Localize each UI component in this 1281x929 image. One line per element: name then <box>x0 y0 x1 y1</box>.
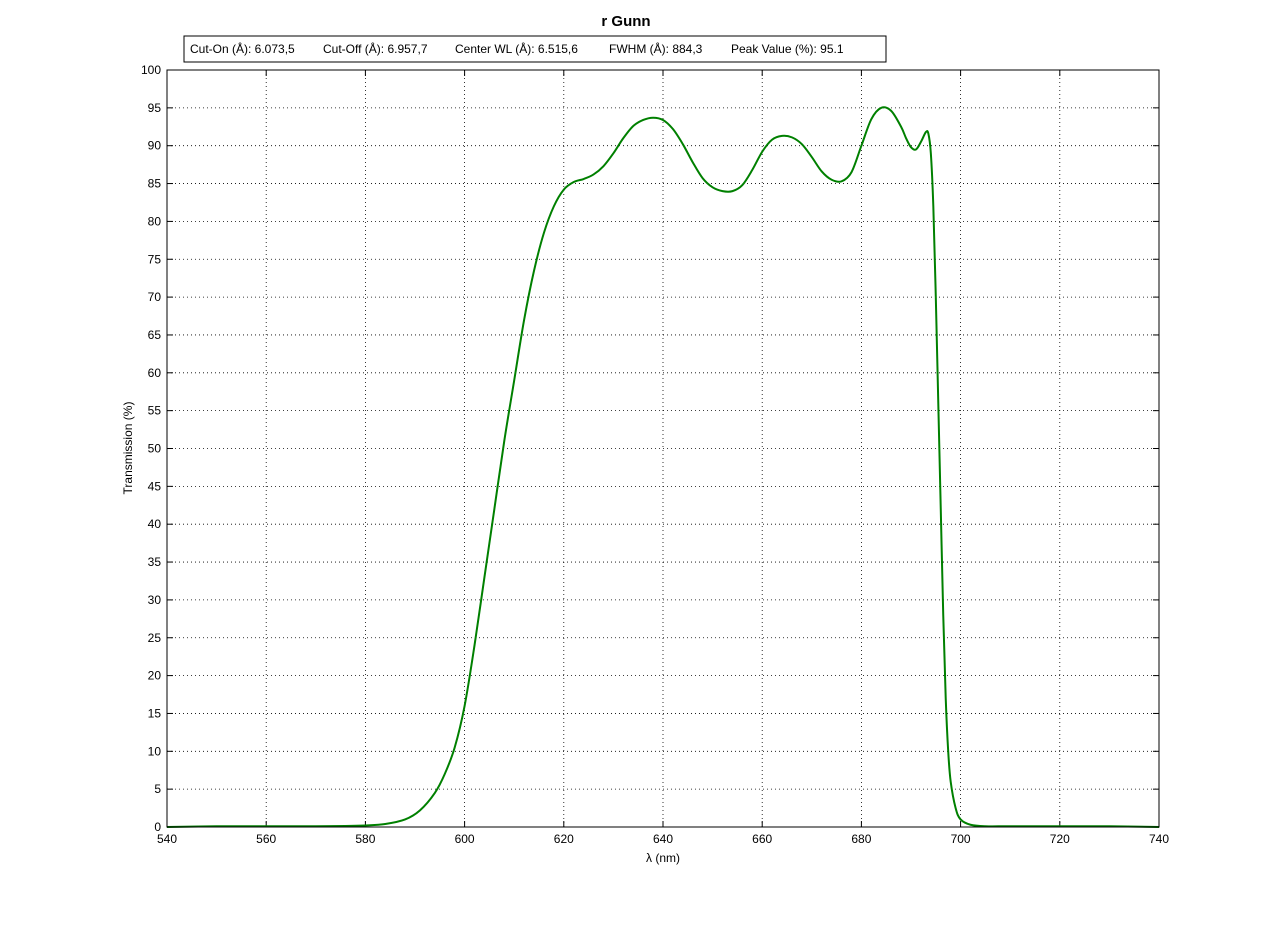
y-tick-label: 50 <box>148 442 162 456</box>
y-tick-label: 0 <box>154 820 161 834</box>
x-tick-label: 580 <box>355 832 375 846</box>
x-tick-label: 600 <box>455 832 475 846</box>
chart-title: r Gunn <box>601 13 650 30</box>
y-tick-label: 30 <box>148 593 162 607</box>
info-peak-value: Peak Value (%): 95.1 <box>731 42 844 56</box>
grid-lines <box>167 70 1159 827</box>
x-tick-label: 700 <box>951 832 971 846</box>
transmission-chart: r Gunn Cut-On (Å): 6.073,5 Cut-Off (Å): … <box>121 13 1169 865</box>
x-axis-label: λ (nm) <box>646 851 680 865</box>
y-tick-label: 5 <box>154 782 161 796</box>
x-tick-label: 680 <box>851 832 871 846</box>
y-tick-label: 90 <box>148 139 162 153</box>
y-tick-label: 85 <box>148 177 162 191</box>
info-cut-on: Cut-On (Å): 6.073,5 <box>190 41 295 56</box>
y-tick-label: 35 <box>148 555 162 569</box>
x-tick-label: 560 <box>256 832 276 846</box>
x-tick-label: 620 <box>554 832 574 846</box>
y-tick-label: 60 <box>148 366 162 380</box>
x-tick-labels: 540 560 580 600 620 640 660 680 700 720 740 <box>157 832 1169 846</box>
y-tick-labels: 0 5 10 15 20 25 30 35 40 45 50 55 60 65 70 75 80 85 90 95 10… <box>141 63 161 834</box>
x-tick-label: 740 <box>1149 832 1169 846</box>
y-tick-label: 100 <box>141 63 161 77</box>
x-tick-label: 660 <box>752 832 772 846</box>
y-tick-label: 15 <box>148 706 162 720</box>
y-tick-label: 25 <box>148 631 162 645</box>
y-tick-label: 80 <box>148 214 162 228</box>
y-tick-label: 95 <box>148 101 162 115</box>
y-tick-label: 75 <box>148 252 162 266</box>
info-fwhm: FWHM (Å): 884,3 <box>609 41 703 56</box>
y-tick-label: 55 <box>148 404 162 418</box>
y-tick-label: 65 <box>148 328 162 342</box>
y-axis-label: Transmission (%) <box>121 402 135 495</box>
y-tick-label: 45 <box>148 479 162 493</box>
x-tick-label: 540 <box>157 832 177 846</box>
x-tick-label: 640 <box>653 832 673 846</box>
info-cut-off: Cut-Off (Å): 6.957,7 <box>323 41 428 56</box>
y-tick-label: 70 <box>148 290 162 304</box>
info-center-wl: Center WL (Å): 6.515,6 <box>455 41 578 56</box>
y-tick-label: 40 <box>148 517 162 531</box>
y-tick-label: 20 <box>148 669 162 683</box>
y-tick-label: 10 <box>148 744 162 758</box>
info-box: Cut-On (Å): 6.073,5 Cut-Off (Å): 6.957,7… <box>183 35 887 63</box>
transmission-curve <box>166 106 1160 828</box>
x-tick-label: 720 <box>1050 832 1070 846</box>
